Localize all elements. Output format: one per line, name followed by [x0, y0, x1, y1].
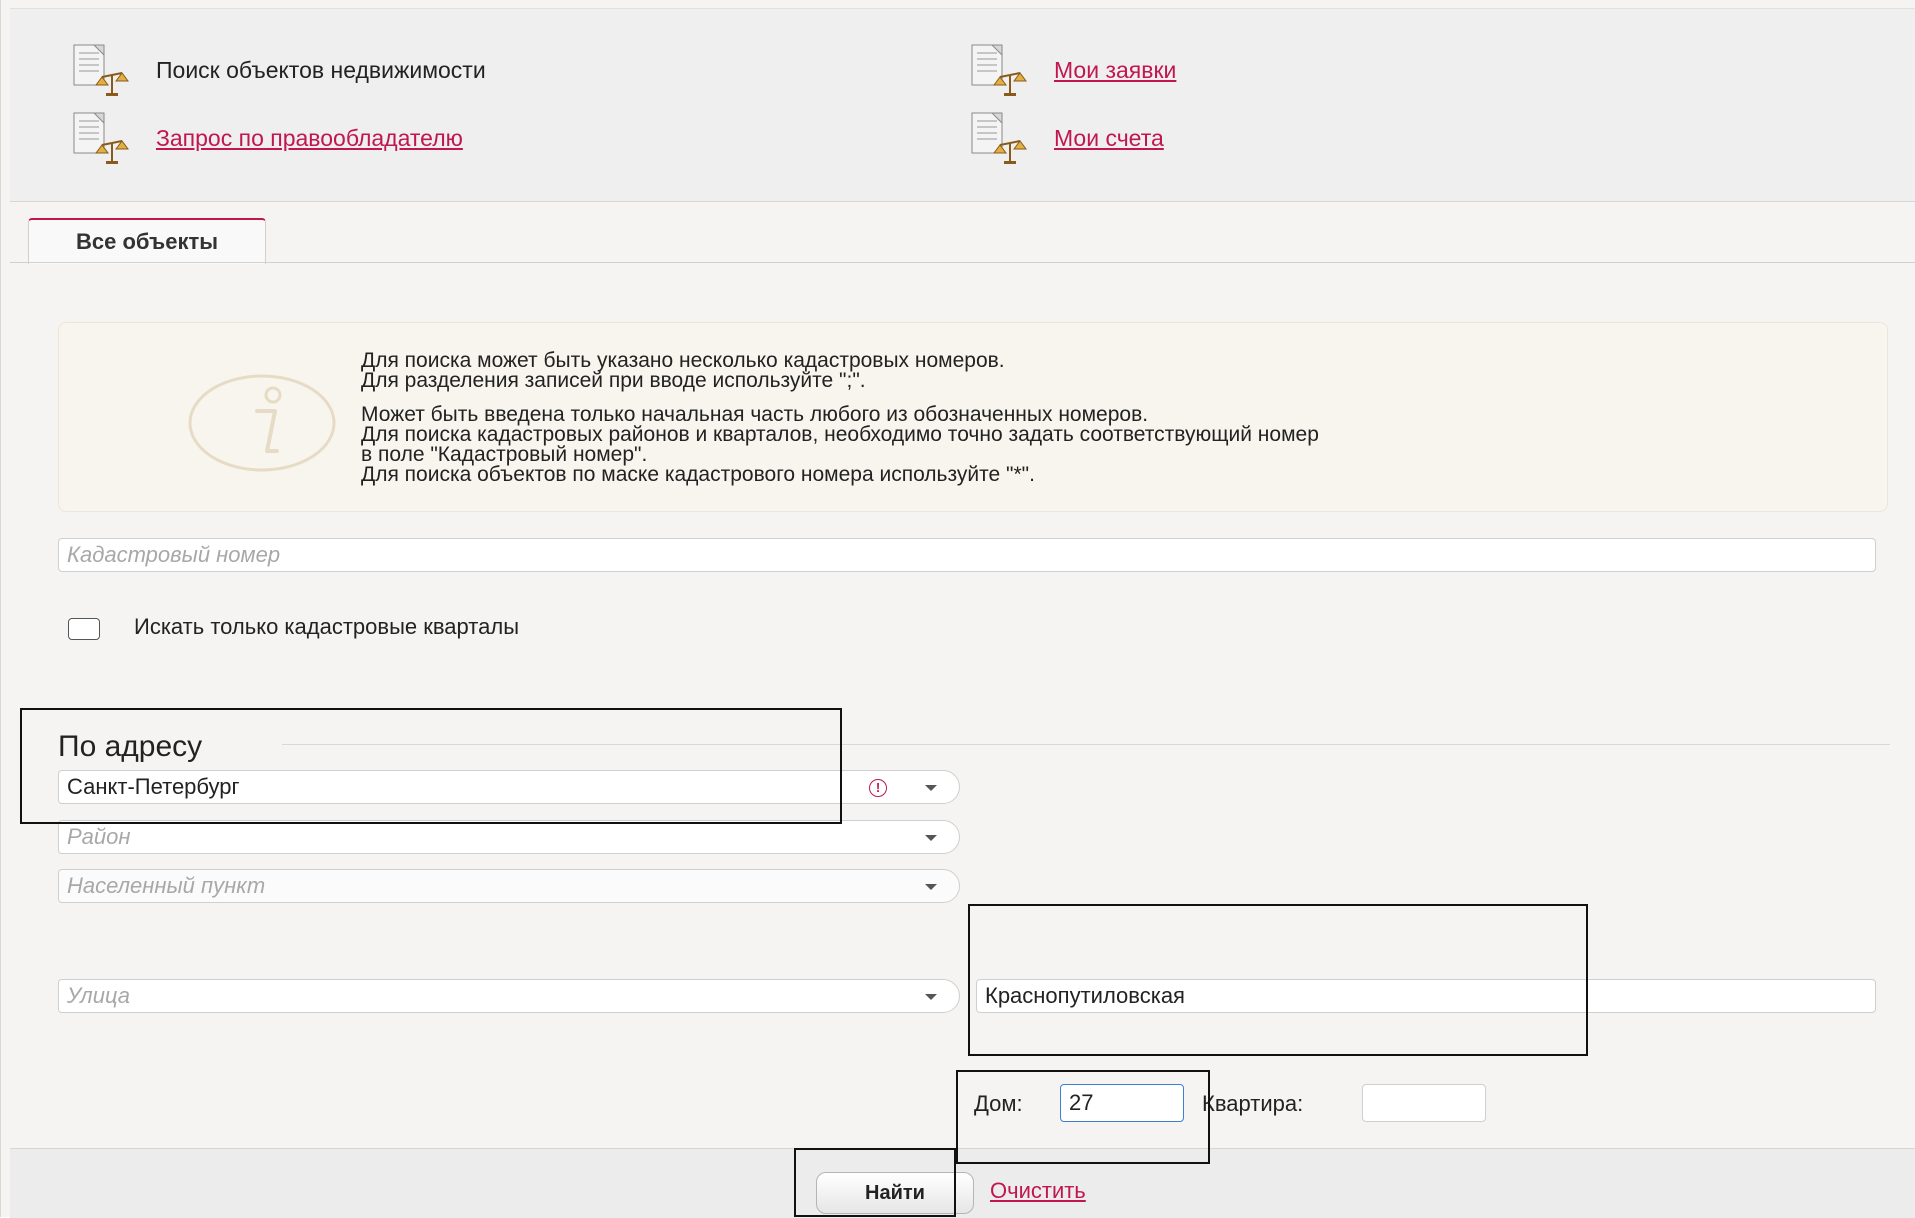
- annotation-box: [794, 1148, 956, 1217]
- link-my-invoices[interactable]: Мои счета: [968, 109, 1164, 167]
- link-rightholder-request[interactable]: Запрос по правообладателю: [70, 109, 463, 167]
- info-line: Может быть введена только начальная част…: [361, 403, 1149, 426]
- only-quarters-label: Искать только кадастровые кварталы: [134, 614, 519, 639]
- cadastral-number-placeholder: Кадастровый номер: [67, 542, 281, 567]
- district-placeholder: Район: [67, 824, 131, 849]
- chevron-down-icon: [925, 884, 937, 890]
- info-line: Для поиска кадастровых районов и квартал…: [361, 423, 1319, 446]
- chevron-down-icon: [925, 785, 937, 791]
- document-scales-icon: [73, 44, 129, 96]
- document-scales-icon: [73, 112, 129, 164]
- annotation-box: [20, 708, 842, 824]
- info-text: Для поиска может быть указано несколько …: [361, 349, 1319, 486]
- district-select[interactable]: Район: [58, 820, 960, 854]
- document-scales-icon: [971, 112, 1027, 164]
- link-my-requests[interactable]: Мои заявки: [968, 41, 1176, 99]
- locality-placeholder: Населенный пункт: [67, 873, 266, 898]
- locality-select[interactable]: Населенный пункт: [58, 869, 960, 903]
- info-line: Для поиска объектов по маске кадастровог…: [361, 463, 1035, 486]
- apartment-label: Квартира:: [1202, 1091, 1304, 1116]
- info-line: Для поиска может быть указано несколько …: [361, 349, 1005, 372]
- warning-icon: !: [869, 779, 887, 797]
- link-my-invoices-label[interactable]: Мои счета: [1054, 125, 1164, 152]
- street-placeholder: Улица: [67, 983, 131, 1008]
- info-box: Для поиска может быть указано несколько …: [58, 322, 1888, 512]
- link-my-requests-label[interactable]: Мои заявки: [1054, 57, 1176, 84]
- clear-link[interactable]: Очистить: [990, 1178, 1086, 1204]
- chevron-down-icon: [925, 994, 937, 1000]
- annotation-box: [956, 1070, 1210, 1164]
- link-property-search[interactable]: Поиск объектов недвижимости: [70, 41, 486, 99]
- tab-all-objects[interactable]: Все объекты: [28, 218, 266, 264]
- info-line: в поле "Кадастровый номер".: [361, 443, 648, 466]
- link-property-search-label: Поиск объектов недвижимости: [156, 56, 486, 83]
- tab-divider: [10, 262, 1915, 263]
- link-rightholder-request-label[interactable]: Запрос по правообладателю: [156, 125, 463, 152]
- tab-all-objects-label: Все объекты: [75, 229, 219, 254]
- only-quarters-checkbox[interactable]: [68, 618, 100, 640]
- annotation-box: [968, 904, 1588, 1056]
- street-type-select[interactable]: Улица: [58, 979, 960, 1013]
- cadastral-number-input[interactable]: Кадастровый номер: [58, 538, 1876, 572]
- top-links-panel: Поиск объектов недвижимости Мои заявки З…: [10, 8, 1915, 202]
- apartment-input[interactable]: [1362, 1084, 1486, 1122]
- document-scales-icon: [971, 44, 1027, 96]
- chevron-down-icon: [925, 835, 937, 841]
- info-icon: [188, 374, 336, 472]
- info-line: Для разделения записей при вводе использ…: [361, 369, 866, 392]
